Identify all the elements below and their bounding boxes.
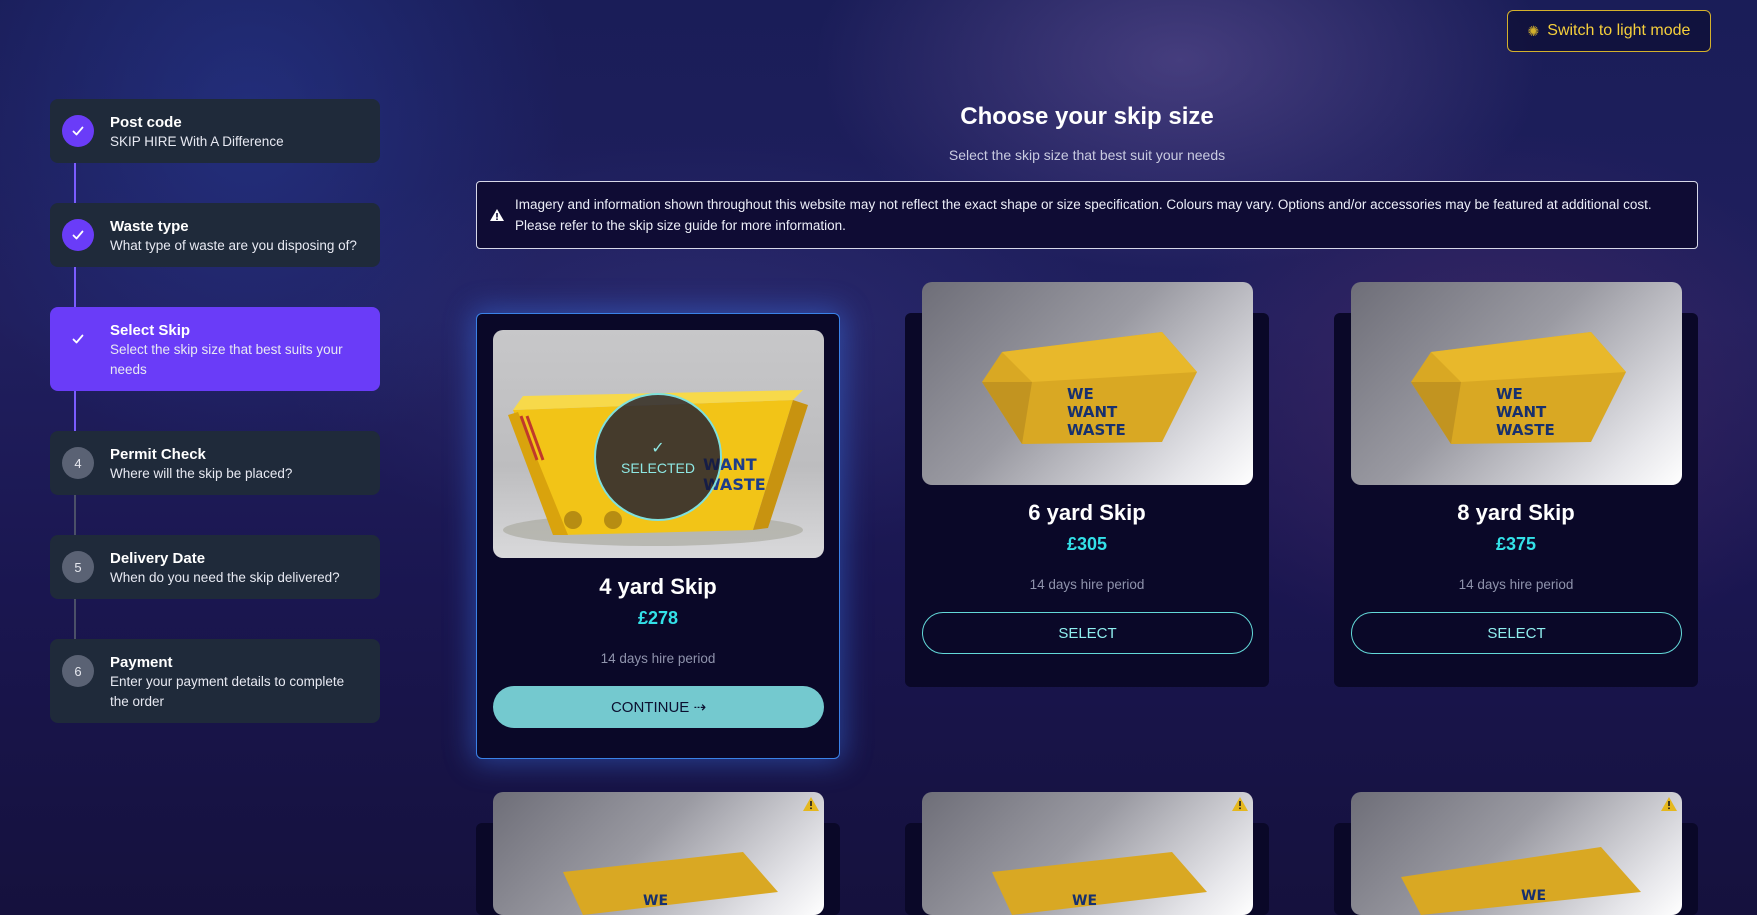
step-connector (74, 267, 76, 307)
skip-price: £278 (637, 608, 679, 628)
skip-logo-text: WE (1072, 893, 1097, 909)
selected-badge: ✓ SELECTED (594, 393, 722, 521)
step-title: Select Skip (110, 322, 191, 339)
warning-icon (490, 209, 504, 221)
skip-name: 6 yard Skip (1028, 500, 1146, 525)
sun-icon: ✺ (1527, 22, 1540, 39)
skip-image: WE WANT WASTE (922, 282, 1253, 485)
skip-logo-text: WASTE (1496, 421, 1555, 439)
step-connector (74, 495, 76, 535)
hire-period: 14 days hire period (1029, 577, 1145, 592)
step-description: Enter your payment details to complete t… (110, 674, 345, 709)
select-button[interactable]: SELECT (922, 612, 1253, 654)
step-permit-check[interactable]: 4 Permit Check Where will the skip be pl… (50, 431, 380, 495)
skip-logo-text: WE (1521, 888, 1546, 904)
skip-logo-text: WE (643, 893, 668, 909)
skip-price: £305 (1066, 534, 1108, 554)
theme-toggle-button[interactable]: ✺ Switch to light mode (1507, 10, 1711, 52)
hire-period: 14 days hire period (600, 651, 716, 666)
continue-button[interactable]: CONTINUE ⇢ (493, 686, 824, 728)
skip-logo-text: WANT (1496, 403, 1547, 421)
check-icon (62, 219, 94, 251)
skip-image: WE (493, 792, 824, 915)
step-connector (74, 391, 76, 431)
step-description: Where will the skip be placed? (110, 466, 293, 481)
step-connector (74, 163, 76, 203)
step-waste-type[interactable]: Waste type What type of waste are you di… (50, 203, 380, 267)
skip-logo-text: WE (1496, 385, 1523, 403)
page-title: Choose your skip size (960, 103, 1214, 130)
skip-image: WE (922, 792, 1253, 915)
step-description: SKIP HIRE With A Difference (110, 134, 284, 149)
skip-logo-text: WE (1067, 385, 1094, 403)
disclaimer-notice: Imagery and information shown throughout… (476, 181, 1698, 249)
skip-name: 4 yard Skip (599, 574, 717, 599)
theme-toggle-label: Switch to light mode (1547, 22, 1691, 39)
skip-image: WE (1351, 792, 1682, 915)
skip-logo-text: WASTE (1067, 421, 1126, 439)
step-number: 4 (62, 447, 94, 479)
step-title: Post code (110, 114, 182, 131)
step-description: What type of waste are you disposing of? (110, 238, 357, 253)
step-description: Select the skip size that best suits you… (110, 342, 343, 377)
disclaimer-text: Imagery and information shown throughout… (515, 197, 1652, 233)
step-number: 6 (62, 655, 94, 687)
step-delivery-date[interactable]: 5 Delivery Date When do you need the ski… (50, 535, 380, 599)
check-icon (62, 323, 94, 355)
step-title: Payment (110, 654, 173, 671)
skip-logo-text: WANT (1067, 403, 1118, 421)
hire-period: 14 days hire period (1458, 577, 1574, 592)
skip-price: £375 (1495, 534, 1537, 554)
step-post-code[interactable]: Post code SKIP HIRE With A Difference (50, 99, 380, 163)
step-title: Waste type (110, 218, 189, 235)
select-button[interactable]: SELECT (1351, 612, 1682, 654)
step-title: Delivery Date (110, 550, 206, 567)
check-icon: ✓ (651, 440, 665, 457)
warning-icon (803, 797, 819, 811)
skip-image: WE WANT WASTE (1351, 282, 1682, 485)
step-payment[interactable]: 6 Payment Enter your payment details to … (50, 639, 380, 723)
step-description: When do you need the skip delivered? (110, 570, 340, 585)
step-number: 5 (62, 551, 94, 583)
skip-name: 8 yard Skip (1457, 500, 1575, 525)
selected-label: SELECTED (621, 460, 695, 476)
step-title: Permit Check (110, 446, 206, 463)
warning-icon (1661, 797, 1677, 811)
warning-icon (1232, 797, 1248, 811)
step-select-skip[interactable]: Select Skip Select the skip size that be… (50, 307, 380, 391)
page-subtitle: Select the skip size that best suit your… (948, 147, 1226, 163)
step-connector (74, 599, 76, 639)
check-icon (62, 115, 94, 147)
